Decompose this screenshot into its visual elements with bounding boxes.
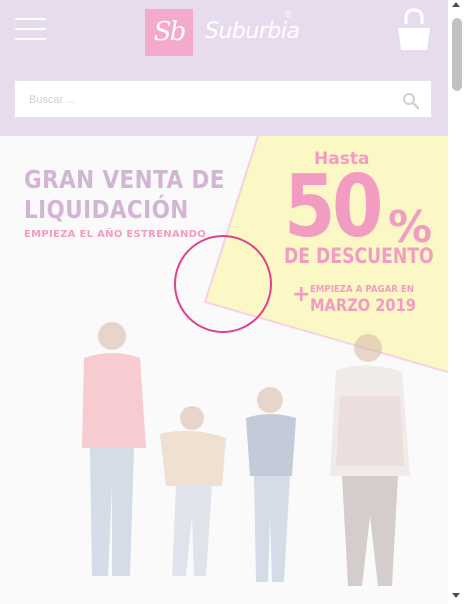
search-icon[interactable]	[402, 92, 420, 110]
hamburger-menu-icon[interactable]	[15, 18, 46, 40]
page-viewport: Sb Suburbia ® GRAN VENTA DE LIQUIDACIÓN	[0, 0, 448, 604]
logo-wordmark: Suburbia	[205, 19, 300, 44]
logo-monogram: Sb	[145, 9, 193, 56]
registered-mark: ®	[285, 9, 292, 19]
scrollbar-thumb[interactable]	[452, 18, 462, 91]
shopping-bag-icon[interactable]	[396, 8, 432, 52]
family-models-image	[82, 322, 410, 586]
site-header: Sb Suburbia ®	[0, 0, 448, 136]
suburbia-logo[interactable]: Sb Suburbia ®	[145, 9, 300, 57]
search-field[interactable]	[14, 80, 432, 119]
tap-indicator-circle	[174, 235, 272, 333]
search-input[interactable]	[27, 81, 391, 119]
promo-banner[interactable]: GRAN VENTA DE LIQUIDACIÓN EMPIEZA EL AÑO…	[0, 136, 448, 604]
scroll-down-arrow-icon[interactable]	[452, 593, 460, 598]
scroll-up-arrow-icon[interactable]	[452, 2, 460, 7]
